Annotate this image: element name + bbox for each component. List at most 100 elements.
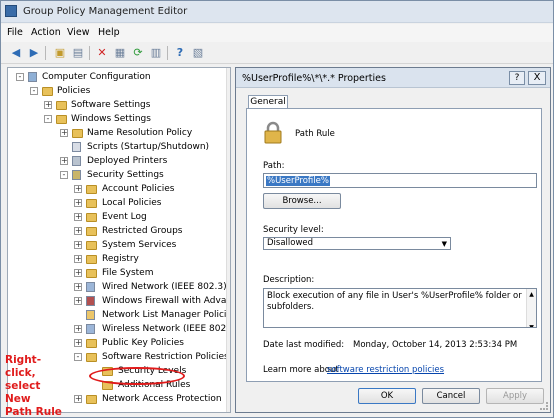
description-label: Description: bbox=[263, 275, 315, 285]
tree-scrollbar[interactable] bbox=[226, 68, 230, 412]
folder-icon bbox=[42, 87, 53, 96]
tree-file-system[interactable]: File System bbox=[102, 267, 153, 280]
annotation-line: select New bbox=[5, 380, 41, 405]
path-value: %UserProfile% bbox=[266, 176, 330, 186]
tree-security-settings[interactable]: Security Settings bbox=[87, 169, 164, 182]
tree-computer-configuration[interactable]: Computer Configuration bbox=[42, 71, 151, 84]
up-folder-icon[interactable]: ▣ bbox=[53, 46, 67, 60]
folder-icon bbox=[86, 213, 97, 222]
folder-icon bbox=[86, 255, 97, 264]
description-textarea[interactable]: Block execution of any file in User's %U… bbox=[263, 288, 537, 328]
tree-account-policies[interactable]: Account Policies bbox=[102, 183, 175, 196]
tree-software-restriction-policies[interactable]: Software Restriction Policies bbox=[102, 351, 229, 364]
help-icon[interactable]: ? bbox=[173, 46, 187, 60]
expand-toggle[interactable]: + bbox=[74, 325, 82, 333]
expand-toggle[interactable]: + bbox=[60, 157, 68, 165]
expand-toggle[interactable]: + bbox=[74, 199, 82, 207]
collapse-toggle[interactable]: - bbox=[44, 115, 52, 123]
collapse-toggle[interactable]: - bbox=[30, 87, 38, 95]
resize-grip[interactable] bbox=[540, 402, 548, 410]
expand-toggle[interactable]: + bbox=[74, 395, 82, 403]
expand-toggle[interactable]: + bbox=[74, 297, 82, 305]
app-icon bbox=[5, 5, 17, 17]
expand-toggle[interactable]: + bbox=[74, 227, 82, 235]
folder-icon bbox=[56, 115, 67, 124]
tree-restricted-groups[interactable]: Restricted Groups bbox=[102, 225, 182, 238]
tree-local-policies[interactable]: Local Policies bbox=[102, 197, 161, 210]
export-icon[interactable]: ▥ bbox=[149, 46, 163, 60]
tree-policies[interactable]: Policies bbox=[57, 85, 90, 98]
date-modified-label: Date last modified: bbox=[263, 340, 345, 350]
expand-toggle[interactable]: + bbox=[44, 101, 52, 109]
expand-toggle[interactable]: + bbox=[74, 185, 82, 193]
printer-icon bbox=[72, 156, 81, 166]
back-icon[interactable]: ◀ bbox=[9, 46, 23, 60]
console-icon[interactable]: ▧ bbox=[191, 46, 205, 60]
tree-registry[interactable]: Registry bbox=[102, 253, 139, 266]
expand-toggle[interactable]: + bbox=[60, 129, 68, 137]
annotation-line: Path Rule bbox=[5, 406, 62, 418]
expand-toggle[interactable]: + bbox=[74, 213, 82, 221]
tree-public-key-policies[interactable]: Public Key Policies bbox=[102, 337, 184, 350]
menu-file[interactable]: File bbox=[7, 27, 23, 38]
rule-type-label: Path Rule bbox=[295, 129, 335, 139]
delete-icon[interactable]: ✕ bbox=[95, 46, 109, 60]
tab-general[interactable]: General bbox=[248, 95, 288, 109]
path-input[interactable]: %UserProfile% bbox=[263, 173, 537, 188]
folder-icon bbox=[86, 269, 97, 278]
collapse-toggle[interactable]: - bbox=[74, 353, 82, 361]
wireless-icon bbox=[86, 324, 95, 334]
security-icon bbox=[72, 170, 81, 180]
tree-event-log[interactable]: Event Log bbox=[102, 211, 147, 224]
browse-button[interactable]: Browse... bbox=[263, 193, 341, 209]
dialog-close-button[interactable]: X bbox=[528, 71, 546, 85]
tree-network-access-protection[interactable]: Network Access Protection bbox=[102, 393, 222, 406]
security-level-select[interactable]: Disallowed ▼ bbox=[263, 237, 451, 250]
expand-toggle[interactable]: + bbox=[74, 339, 82, 347]
properties-icon[interactable]: ▦ bbox=[113, 46, 127, 60]
expand-toggle[interactable]: + bbox=[74, 241, 82, 249]
highlight-ellipse bbox=[89, 367, 185, 385]
folder-icon bbox=[86, 199, 97, 208]
dialog-title: %UserProfile%\*\*.* Properties bbox=[242, 73, 386, 84]
collapse-toggle[interactable]: - bbox=[60, 171, 68, 179]
expand-toggle[interactable]: + bbox=[74, 255, 82, 263]
lock-icon bbox=[264, 121, 282, 144]
tree-wireless-network[interactable]: Wireless Network (IEEE 802.1: bbox=[102, 323, 230, 336]
menu-action[interactable]: Action bbox=[31, 27, 61, 38]
tree-system-services[interactable]: System Services bbox=[102, 239, 176, 252]
firewall-icon bbox=[86, 296, 95, 306]
gpme-window: Group Policy Management Editor File Acti… bbox=[0, 0, 554, 418]
general-tab-panel: Path Rule Path: %UserProfile% Browse... … bbox=[246, 108, 542, 382]
folder-icon bbox=[86, 241, 97, 250]
software-restriction-link[interactable]: software restriction policies bbox=[327, 365, 444, 375]
tree-software-settings[interactable]: Software Settings bbox=[71, 99, 150, 112]
cancel-button[interactable]: Cancel bbox=[422, 388, 480, 404]
forward-icon[interactable]: ▶ bbox=[27, 46, 41, 60]
ok-button[interactable]: OK bbox=[358, 388, 416, 404]
tree-windows-settings[interactable]: Windows Settings bbox=[71, 113, 151, 126]
tree-wired-network[interactable]: Wired Network (IEEE 802.3) P bbox=[102, 281, 230, 294]
tree-network-list-manager[interactable]: Network List Manager Policie bbox=[102, 309, 230, 322]
tree-windows-firewall[interactable]: Windows Firewall with Advar bbox=[102, 295, 230, 308]
show-hide-tree-icon[interactable]: ▤ bbox=[71, 46, 85, 60]
description-scrollbar[interactable]: ▲ ▼ bbox=[526, 289, 536, 327]
refresh-icon[interactable]: ⟳ bbox=[131, 46, 145, 60]
dialog-title-bar: %UserProfile%\*\*.* Properties ? X bbox=[236, 68, 550, 88]
tree-name-resolution-policy[interactable]: Name Resolution Policy bbox=[87, 127, 192, 140]
menu-help[interactable]: Help bbox=[98, 27, 120, 38]
expand-toggle[interactable]: + bbox=[74, 269, 82, 277]
script-icon bbox=[72, 142, 81, 152]
security-level-label: Security level: bbox=[263, 225, 324, 235]
expand-toggle[interactable]: + bbox=[74, 283, 82, 291]
menu-view[interactable]: View bbox=[67, 27, 90, 38]
apply-button[interactable]: Apply bbox=[486, 388, 544, 404]
toolbar: ◀ ▶ ▣ ▤ ✕ ▦ ⟳ ▥ ? ▧ bbox=[1, 42, 553, 64]
folder-icon bbox=[56, 101, 67, 110]
tree-deployed-printers[interactable]: Deployed Printers bbox=[87, 155, 167, 168]
collapse-toggle[interactable]: - bbox=[16, 73, 24, 81]
menu-bar: File Action View Help bbox=[1, 24, 553, 42]
tree-scripts[interactable]: Scripts (Startup/Shutdown) bbox=[87, 141, 209, 154]
dialog-help-button[interactable]: ? bbox=[509, 71, 525, 85]
folder-icon bbox=[86, 185, 97, 194]
